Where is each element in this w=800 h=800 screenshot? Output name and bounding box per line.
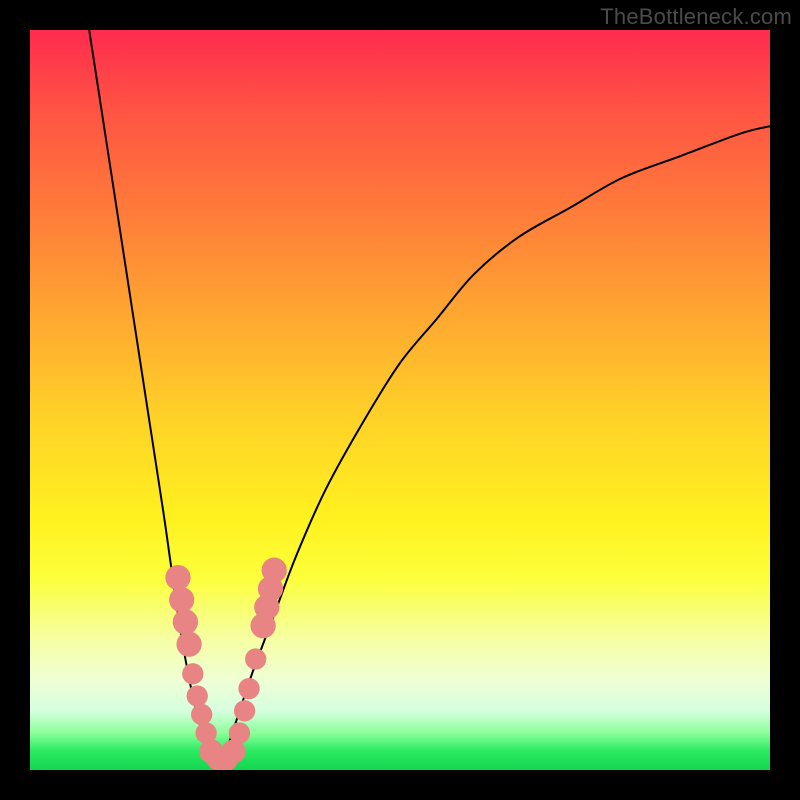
chart-frame: TheBottleneck.com bbox=[0, 0, 800, 800]
curve-right-branch bbox=[215, 126, 770, 762]
data-marker bbox=[191, 704, 212, 725]
data-marker bbox=[173, 609, 198, 634]
data-marker bbox=[169, 587, 194, 612]
watermark-text: TheBottleneck.com bbox=[600, 4, 792, 30]
plot-area bbox=[30, 30, 770, 770]
data-marker bbox=[165, 565, 190, 590]
data-marker bbox=[182, 663, 203, 684]
data-marker bbox=[229, 722, 250, 743]
chart-svg bbox=[30, 30, 770, 770]
marker-group bbox=[165, 558, 287, 770]
data-marker bbox=[245, 648, 266, 669]
data-marker bbox=[234, 700, 255, 721]
data-marker bbox=[238, 678, 259, 699]
data-marker bbox=[262, 558, 287, 583]
data-marker bbox=[187, 685, 208, 706]
data-marker bbox=[176, 632, 201, 657]
